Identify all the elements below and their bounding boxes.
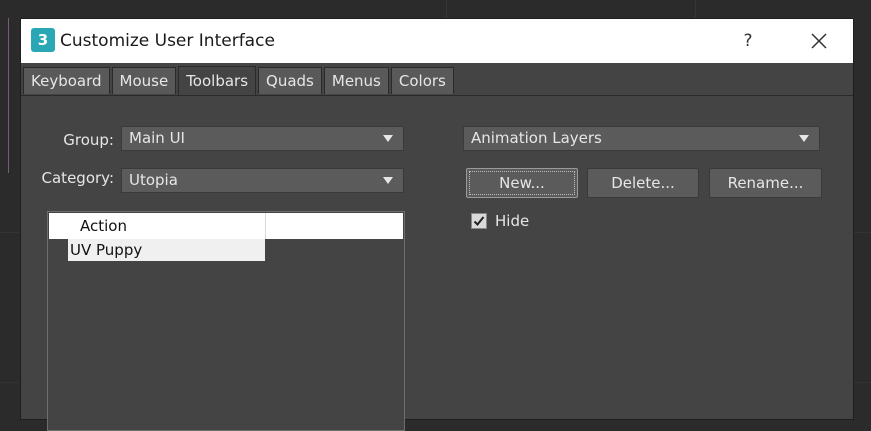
- tab-mouse[interactable]: Mouse: [111, 67, 177, 94]
- close-icon: [811, 33, 827, 49]
- category-dropdown-value: Utopia: [129, 171, 178, 189]
- tab-quads[interactable]: Quads: [258, 67, 322, 94]
- tab-strip: Keyboard Mouse Toolbars Quads Menus Colo…: [23, 66, 456, 95]
- column-header-action[interactable]: Action: [49, 213, 266, 239]
- rename-button[interactable]: Rename...: [709, 168, 822, 198]
- group-label: Group:: [63, 131, 114, 149]
- title-bar[interactable]: 3 Customize User Interface ?: [21, 19, 853, 63]
- customize-ui-dialog: 3 Customize User Interface ? Keyboard Mo…: [21, 19, 853, 431]
- close-button[interactable]: [805, 27, 833, 55]
- group-dropdown[interactable]: Main UI: [121, 126, 404, 151]
- list-item[interactable]: UV Puppy: [68, 239, 265, 261]
- checkmark-icon: [473, 216, 485, 226]
- rename-button-label: Rename...: [727, 174, 804, 192]
- tab-divider: [21, 95, 853, 96]
- hide-checkbox[interactable]: [471, 213, 487, 229]
- toolbar-dropdown[interactable]: Animation Layers: [463, 126, 820, 151]
- chevron-down-icon: [383, 177, 393, 184]
- tab-menus[interactable]: Menus: [323, 67, 389, 94]
- tab-colors[interactable]: Colors: [390, 67, 454, 94]
- action-list[interactable]: Action UV Puppy: [47, 211, 405, 431]
- help-button[interactable]: ?: [737, 29, 759, 53]
- background-frame-edge: [0, 18, 9, 173]
- category-label: Category:: [41, 169, 114, 187]
- delete-button-label: Delete...: [611, 174, 675, 192]
- 3dsmax-app-icon: 3: [31, 28, 55, 52]
- category-dropdown[interactable]: Utopia: [121, 168, 404, 193]
- tab-toolbars[interactable]: Toolbars: [178, 66, 257, 95]
- tab-keyboard[interactable]: Keyboard: [23, 67, 110, 94]
- group-dropdown-value: Main UI: [129, 129, 185, 147]
- chevron-down-icon: [383, 135, 393, 142]
- window-title: Customize User Interface: [60, 31, 275, 51]
- chevron-down-icon: [799, 135, 809, 142]
- delete-button[interactable]: Delete...: [587, 168, 699, 198]
- list-header: Action: [49, 213, 403, 239]
- new-button-label: New...: [499, 174, 545, 192]
- toolbar-dropdown-value: Animation Layers: [471, 129, 602, 147]
- new-button[interactable]: New...: [466, 168, 578, 198]
- hide-label[interactable]: Hide: [495, 212, 529, 230]
